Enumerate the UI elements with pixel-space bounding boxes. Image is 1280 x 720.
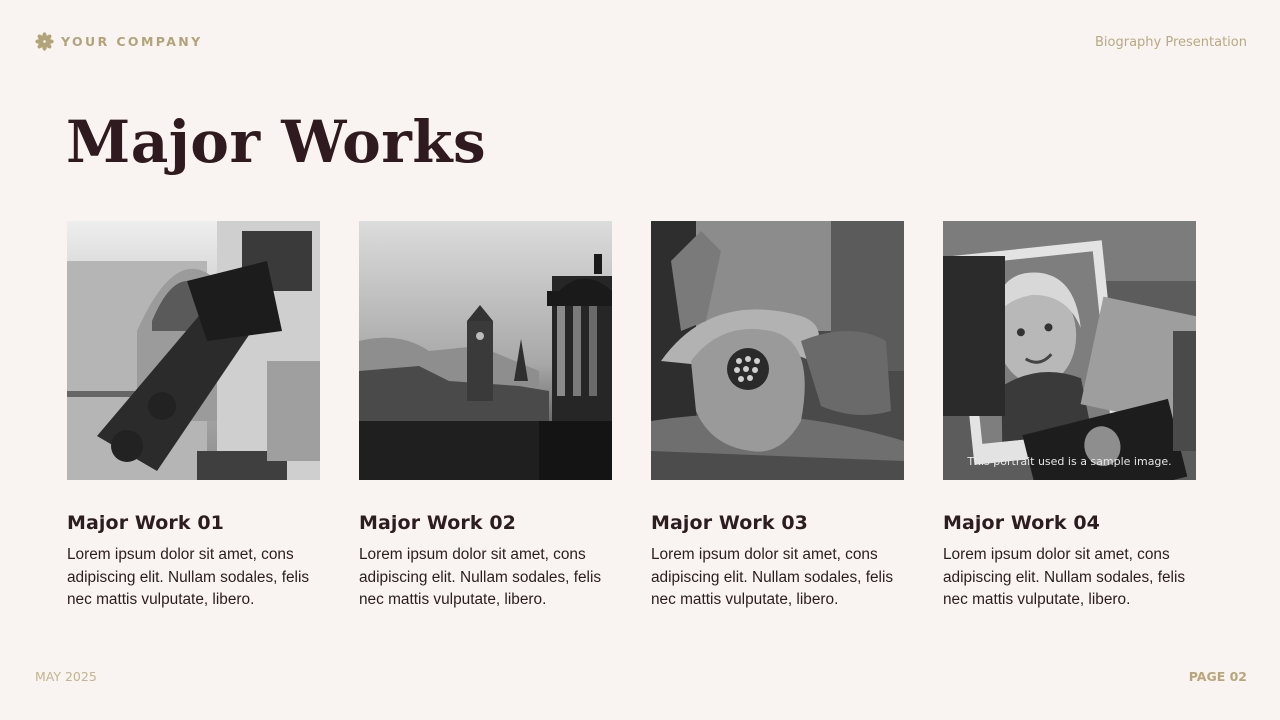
gladiator-helmet-photo xyxy=(651,221,904,480)
page-number: PAGE 02 xyxy=(1188,669,1247,684)
page-title: Major Works xyxy=(66,108,487,176)
work-description: Lorem ipsum dolor sit amet, cons adipisc… xyxy=(359,546,602,608)
work-card-4: This portrait used is a sample image. Ma… xyxy=(943,221,1196,612)
presentation-label: Biography Presentation xyxy=(1094,35,1247,50)
work-card-2: Major Work 02 Lorem ipsum dolor sit amet… xyxy=(359,221,612,612)
brand-name: YOUR COMPANY xyxy=(61,33,203,49)
work-description: Lorem ipsum dolor sit amet, cons adipisc… xyxy=(651,546,894,608)
work-description: Lorem ipsum dolor sit amet, cons adipisc… xyxy=(943,546,1186,608)
city-skyline-photo xyxy=(359,221,612,480)
train-wreck-photo xyxy=(67,221,320,480)
work-title: Major Work 03 xyxy=(651,512,808,534)
brand: YOUR COMPANY xyxy=(35,31,203,51)
flower-icon xyxy=(35,31,54,51)
work-title: Major Work 02 xyxy=(359,512,516,534)
work-title: Major Work 01 xyxy=(67,512,224,534)
work-card-3: Major Work 03 Lorem ipsum dolor sit amet… xyxy=(651,221,904,612)
image-caption: This portrait used is a sample image. xyxy=(967,455,1172,468)
work-card-1: Major Work 01 Lorem ipsum dolor sit amet… xyxy=(67,221,320,612)
portrait-collage-photo: This portrait used is a sample image. xyxy=(943,221,1196,480)
work-title: Major Work 04 xyxy=(943,512,1100,534)
work-description: Lorem ipsum dolor sit amet, cons adipisc… xyxy=(67,546,310,608)
footer-date: MAY 2025 xyxy=(35,669,97,684)
